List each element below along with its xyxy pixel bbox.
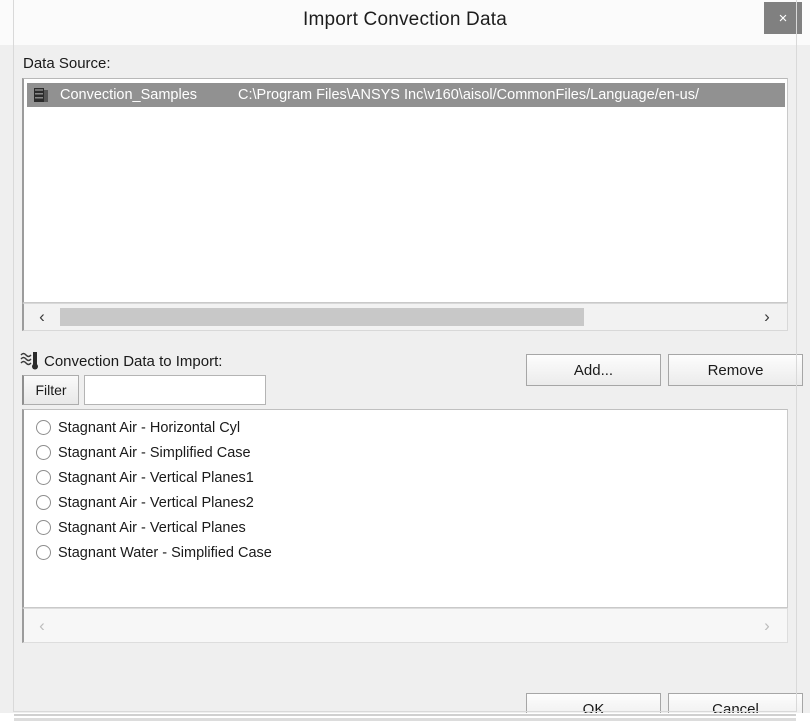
close-icon[interactable]: ×	[764, 2, 802, 34]
remove-button[interactable]: Remove	[668, 354, 803, 386]
radio-icon[interactable]	[36, 420, 51, 435]
data-source-hscrollbar[interactable]: ‹ ›	[22, 303, 788, 331]
list-item-label: Stagnant Air - Vertical Planes2	[58, 495, 254, 511]
title-bar: Import Convection Data ×	[0, 0, 810, 46]
add-button[interactable]: Add...	[526, 354, 661, 386]
database-icon	[32, 86, 52, 104]
filter-input[interactable]	[84, 375, 266, 405]
list-item-label: Stagnant Water - Simplified Case	[58, 545, 272, 561]
data-source-list[interactable]: Convection_Samples C:\Program Files\ANSY…	[22, 78, 788, 303]
list-item[interactable]: Stagnant Air - Vertical Planes	[24, 515, 787, 540]
list-item[interactable]: Stagnant Air - Simplified Case	[24, 440, 787, 465]
options-hscrollbar[interactable]: ‹ ›	[22, 608, 788, 643]
convection-options-list[interactable]: Stagnant Air - Horizontal Cyl Stagnant A…	[22, 409, 788, 608]
list-item[interactable]: Stagnant Water - Simplified Case	[24, 540, 787, 565]
data-source-label: Data Source:	[23, 55, 111, 72]
chevron-left-icon[interactable]: ‹	[29, 613, 55, 639]
data-source-name: Convection_Samples	[60, 87, 238, 103]
list-item[interactable]: Stagnant Air - Horizontal Cyl	[24, 415, 787, 440]
radio-icon[interactable]	[36, 520, 51, 535]
chevron-left-icon[interactable]: ‹	[29, 304, 55, 330]
radio-icon[interactable]	[36, 445, 51, 460]
radio-icon[interactable]	[36, 495, 51, 510]
import-convection-data-dialog: Import Convection Data × Data Source: Co…	[0, 0, 810, 713]
chevron-right-icon[interactable]: ›	[754, 613, 780, 639]
page-title: Import Convection Data	[0, 9, 810, 31]
list-item-label: Stagnant Air - Simplified Case	[58, 445, 251, 461]
list-item-label: Stagnant Air - Vertical Planes	[58, 520, 246, 536]
filter-button[interactable]: Filter	[22, 375, 79, 405]
data-source-path: C:\Program Files\ANSYS Inc\v160\aisol/Co…	[238, 87, 699, 103]
chevron-right-icon[interactable]: ›	[754, 304, 780, 330]
radio-icon[interactable]	[36, 545, 51, 560]
convection-icon	[20, 350, 42, 370]
convection-data-label: Convection Data to Import:	[44, 353, 222, 370]
scrollbar-thumb[interactable]	[60, 308, 584, 326]
dialog-body: Data Source: Convection_Samples C:\Progr…	[0, 45, 810, 713]
window-bottom-edge	[0, 713, 810, 728]
list-item[interactable]: Stagnant Air - Vertical Planes2	[24, 490, 787, 515]
data-source-row[interactable]: Convection_Samples C:\Program Files\ANSY…	[27, 83, 785, 107]
list-item[interactable]: Stagnant Air - Vertical Planes1	[24, 465, 787, 490]
radio-icon[interactable]	[36, 470, 51, 485]
list-item-label: Stagnant Air - Horizontal Cyl	[58, 420, 240, 436]
list-item-label: Stagnant Air - Vertical Planes1	[58, 470, 254, 486]
